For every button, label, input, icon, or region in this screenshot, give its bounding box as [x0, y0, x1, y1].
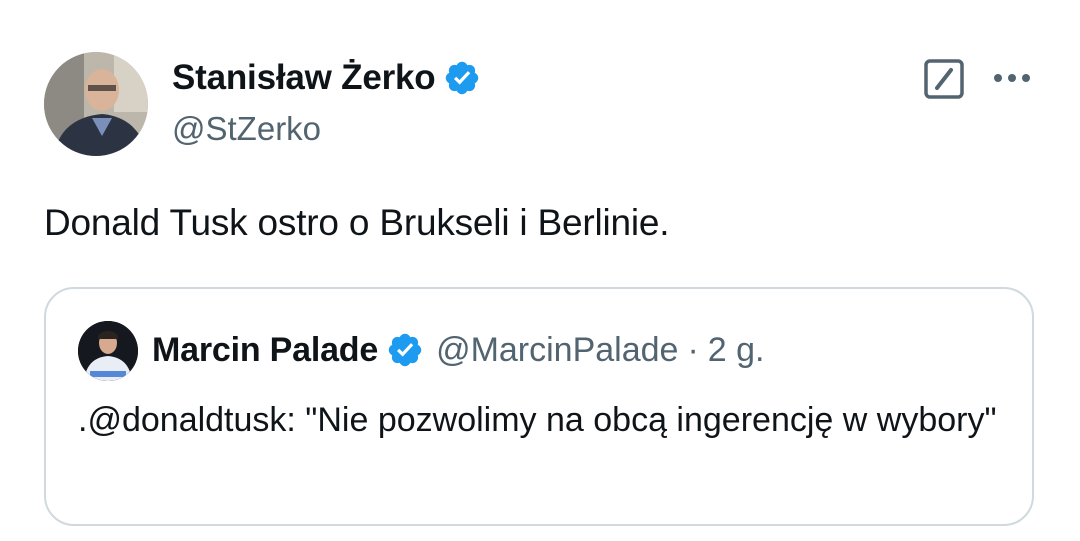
separator-dot: ·: [687, 330, 699, 369]
verified-badge-icon: [443, 59, 481, 97]
author-handle[interactable]: @StZerko: [172, 110, 321, 148]
verified-badge-icon: [386, 331, 424, 369]
quoted-tweet-timestamp[interactable]: 2 g.: [708, 331, 765, 370]
quoted-author-display-name[interactable]: Marcin Palade: [152, 331, 378, 370]
author-name-row: Stanisław Żerko: [172, 58, 481, 98]
quoted-author-handle[interactable]: @MarcinPalade: [436, 331, 678, 370]
quoted-tweet-card[interactable]: Marcin Palade @MarcinPalade · 2 g. .@don…: [44, 287, 1034, 526]
quoted-tweet-text: .@donaldtusk: "Nie pozwolimy na obcą ing…: [78, 401, 997, 439]
author-avatar[interactable]: [44, 52, 148, 156]
quoted-author-avatar[interactable]: [78, 321, 138, 381]
author-display-name[interactable]: Stanisław Żerko: [172, 58, 436, 98]
quoted-tweet-header: Marcin Palade @MarcinPalade · 2 g.: [152, 329, 765, 371]
edit-icon[interactable]: [924, 59, 964, 99]
more-icon[interactable]: [992, 66, 1032, 90]
tweet-text: Donald Tusk ostro o Brukseli i Berlinie.: [44, 202, 670, 243]
